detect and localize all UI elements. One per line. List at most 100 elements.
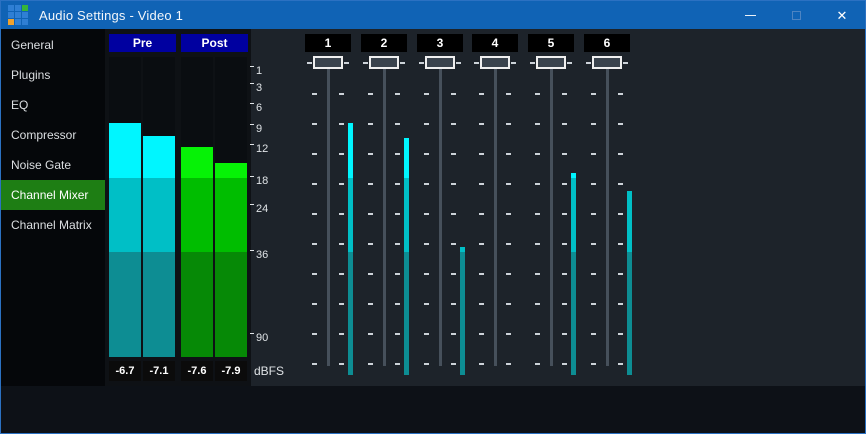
- fader-scale-tick: [506, 213, 511, 215]
- sidebar-item-compressor[interactable]: Compressor: [1, 120, 105, 150]
- channel-meter-bar-ch1: [348, 123, 353, 375]
- fader-scale-tick: [451, 333, 456, 335]
- fader-handle-ch4[interactable]: [480, 56, 510, 69]
- logo-square: [22, 5, 28, 11]
- channel-number-3: 3: [417, 34, 463, 52]
- sidebar-item-channel-matrix[interactable]: Channel Matrix: [1, 210, 105, 240]
- sidebar-item-noise-gate[interactable]: Noise Gate: [1, 150, 105, 180]
- channel-meter-bar-ch5: [571, 173, 576, 375]
- logo-square: [15, 12, 21, 18]
- channel-meter-bar-ch6: [627, 191, 632, 375]
- scale-tick-label: 9: [250, 123, 262, 135]
- fader-scale-tick: [591, 333, 596, 335]
- window-title: Audio Settings - Video 1: [39, 8, 183, 23]
- fader-track-ch1[interactable]: [327, 63, 330, 366]
- fader-scale-tick: [535, 123, 540, 125]
- meter-bar-pre-1: [109, 123, 141, 357]
- fader-track-ch3[interactable]: [439, 63, 442, 366]
- fader-scale-tick: [451, 153, 456, 155]
- fader-handle-ch6[interactable]: [592, 56, 622, 69]
- meter-value-post-1: -7.6: [181, 361, 213, 381]
- fader-scale-tick: [479, 213, 484, 215]
- fader-scale-tick: [479, 183, 484, 185]
- minimize-button[interactable]: [727, 1, 773, 29]
- fader-scale-tick: [312, 123, 317, 125]
- logo-square: [22, 12, 28, 18]
- sidebar-item-general[interactable]: General: [1, 30, 105, 60]
- fader-track-ch5[interactable]: [550, 63, 553, 366]
- fader-handle-tick: [511, 62, 516, 64]
- channel-meter-bar-ch3: [460, 247, 465, 375]
- fader-scale-tick: [339, 153, 344, 155]
- minimize-icon: [745, 15, 756, 16]
- fader-scale-tick: [591, 183, 596, 185]
- fader-scale-tick: [618, 93, 623, 95]
- fader-scale-tick: [395, 123, 400, 125]
- fader-scale-tick: [312, 303, 317, 305]
- fader-scale-tick: [562, 303, 567, 305]
- fader-scale-tick: [562, 273, 567, 275]
- fader-scale-tick: [618, 303, 623, 305]
- fader-scale-tick: [506, 93, 511, 95]
- scale-tick-label: 18: [250, 175, 268, 187]
- fader-scale-tick: [479, 243, 484, 245]
- fader-scale-tick: [506, 183, 511, 185]
- meter-bar-post-2: [215, 163, 247, 357]
- sidebar-item-channel-mixer[interactable]: Channel Mixer: [1, 180, 105, 210]
- fader-scale-tick: [451, 93, 456, 95]
- fader-scale-tick: [618, 363, 623, 365]
- fader-handle-ch5[interactable]: [536, 56, 566, 69]
- close-icon: ✕: [837, 9, 848, 22]
- fader-scale-tick: [562, 93, 567, 95]
- fader-scale-tick: [451, 273, 456, 275]
- fader-scale-tick: [368, 183, 373, 185]
- meter-group-label-post: Post: [181, 34, 248, 52]
- fader-track-ch6[interactable]: [606, 63, 609, 366]
- fader-scale-tick: [562, 333, 567, 335]
- fader-handle-tick: [400, 62, 405, 64]
- fader-scale-tick: [424, 273, 429, 275]
- fader-scale-tick: [591, 243, 596, 245]
- fader-handle-ch3[interactable]: [425, 56, 455, 69]
- scale-tick-label: 12: [250, 143, 268, 155]
- meter-bar-pre-2: [143, 136, 175, 357]
- scale-tick-label: 90: [250, 332, 268, 344]
- fader-scale-tick: [451, 243, 456, 245]
- fader-scale-tick: [562, 183, 567, 185]
- fader-scale-tick: [479, 303, 484, 305]
- fader-scale-tick: [618, 273, 623, 275]
- fader-scale-tick: [395, 153, 400, 155]
- channel-number-4: 4: [472, 34, 518, 52]
- fader-scale-tick: [368, 333, 373, 335]
- fader-scale-tick: [591, 273, 596, 275]
- fader-scale-tick: [368, 213, 373, 215]
- fader-scale-tick: [424, 243, 429, 245]
- fader-scale-tick: [395, 213, 400, 215]
- fader-scale-tick: [368, 273, 373, 275]
- fader-scale-tick: [562, 243, 567, 245]
- sidebar-item-eq[interactable]: EQ: [1, 90, 105, 120]
- fader-handle-tick: [456, 62, 461, 64]
- fader-scale-tick: [395, 273, 400, 275]
- channel-number-5: 5: [528, 34, 574, 52]
- fader-scale-tick: [312, 153, 317, 155]
- sidebar-item-plugins[interactable]: Plugins: [1, 60, 105, 90]
- fader-track-ch2[interactable]: [383, 63, 386, 366]
- fader-handle-tick: [363, 62, 368, 64]
- fader-handle-ch2[interactable]: [369, 56, 399, 69]
- fader-scale-tick: [618, 333, 623, 335]
- meter-value-post-2: -7.9: [215, 361, 247, 381]
- fader-track-ch4[interactable]: [494, 63, 497, 366]
- close-window-button[interactable]: ✕: [819, 1, 865, 29]
- logo-square: [8, 12, 14, 18]
- fader-scale-tick: [535, 303, 540, 305]
- fader-scale-tick: [368, 123, 373, 125]
- fader-scale-tick: [424, 333, 429, 335]
- logo-square: [22, 19, 28, 25]
- fader-handle-ch1[interactable]: [313, 56, 343, 69]
- titlebar[interactable]: Audio Settings - Video 1 ✕: [1, 1, 865, 29]
- vmix-logo-icon: [8, 5, 30, 25]
- fader-scale-tick: [535, 153, 540, 155]
- logo-square: [15, 5, 21, 11]
- fader-scale-tick: [312, 213, 317, 215]
